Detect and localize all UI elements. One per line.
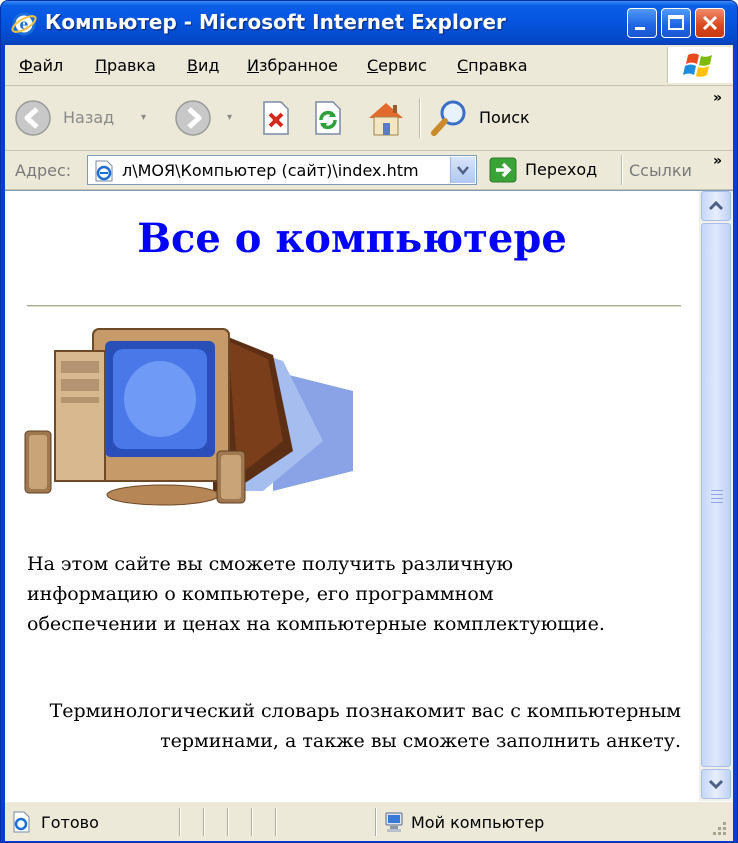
menu-view-hotkey: В [187,56,198,75]
back-arrow-icon [15,100,51,136]
computer-image [24,328,353,506]
status-text: Готово [41,813,99,832]
menu-bar: Файл Правка Вид Избранное Сервис Справка [5,45,733,86]
menu-file-label: айл [32,56,64,75]
chevron-up-icon [708,200,724,211]
links-more-chevron[interactable]: » [713,153,722,169]
menu-view-label: ид [197,56,220,75]
toolbar-separator [419,98,421,138]
back-button[interactable]: Назад [13,94,131,142]
maximize-icon [668,15,684,30]
forward-dropdown-icon[interactable]: ▾ [227,112,232,123]
menu-help[interactable]: Справка [457,56,528,75]
menu-file[interactable]: Файл [19,56,63,75]
my-computer-icon [385,812,403,832]
scroll-thumb[interactable] [701,223,731,767]
status-divider [251,808,253,836]
toolbar-more-chevron[interactable]: » [713,90,722,106]
page-heading: Все о компьютере [137,215,567,262]
status-divider [203,808,205,836]
forward-arrow-icon [175,100,211,136]
address-label: Адрес: [15,161,72,180]
intro-paragraph: На этом сайте вы сможете получить различ… [27,553,605,635]
menu-tools[interactable]: Сервис [367,56,427,75]
page-icon [95,160,113,182]
go-label: Переход [525,160,598,179]
browser-client: Файл Правка Вид Избранное Сервис Справка [5,45,733,841]
chevron-down-icon [457,166,469,175]
go-arrow-icon [489,157,517,183]
minimize-icon [635,27,645,30]
ie-logo-icon: e [11,12,37,36]
stop-icon [263,101,289,135]
address-value: л\МОЯ\Компьютер (сайт)\index.htm [122,161,419,180]
menu-view[interactable]: Вид [187,56,219,75]
maximize-button[interactable] [661,8,691,38]
stop-button[interactable] [257,94,297,142]
menu-help-hotkey: С [457,56,469,75]
page-viewport: Все о компьютере На этом сайте вы сможет… [5,190,733,801]
address-dropdown-button[interactable] [450,157,475,183]
search-label: Поиск [479,108,530,127]
windows-logo [667,47,732,83]
page-content: Все о компьютере На этом сайте вы сможет… [5,191,699,801]
windows-flag-icon [683,53,712,77]
standard-toolbar: Назад ▾ ▾ Поиск » [5,86,733,151]
menu-edit[interactable]: Правка [95,56,156,75]
scroll-up-button[interactable] [701,191,731,221]
close-button[interactable] [695,8,725,38]
chevron-down-icon [708,779,724,790]
status-divider [227,808,229,836]
back-dropdown-icon[interactable]: ▾ [141,112,146,123]
forward-button[interactable] [173,94,217,142]
scroll-down-button[interactable] [701,769,731,799]
browser-window: e Компьютер - Microsoft Internet Explore… [0,0,738,843]
close-icon [702,15,718,31]
menu-favorites-hotkey: И [247,56,259,75]
menu-edit-hotkey: П [95,56,108,75]
address-bar: Адрес: л\МОЯ\Компьютер (сайт)\index.htm … [5,151,733,190]
refresh-button[interactable] [309,94,349,142]
menu-favorites-label: збранное [258,56,338,75]
title-bar[interactable]: e Компьютер - Microsoft Internet Explore… [1,1,737,45]
status-divider [275,808,277,836]
address-input[interactable]: л\МОЯ\Компьютер (сайт)\index.htm [87,155,477,185]
status-divider [179,808,181,836]
back-label: Назад [63,108,115,127]
dictionary-paragraph: Терминологический словарь познакомит вас… [49,700,681,752]
links-label[interactable]: Ссылки [629,161,692,180]
menu-help-label: правка [468,56,528,75]
status-divider [375,808,377,836]
menu-favorites[interactable]: Избранное [247,56,338,75]
search-icon [431,100,466,136]
address-separator [621,155,623,185]
menu-tools-label: ервис [378,56,427,75]
go-button[interactable]: Переход [485,156,615,184]
page-status-icon [13,811,30,833]
menu-edit-label: равка [107,56,156,75]
menu-file-hotkey: Ф [19,56,33,75]
vertical-scrollbar[interactable] [699,191,733,801]
menu-tools-hotkey: С [367,56,379,75]
minimize-button[interactable] [627,8,657,38]
resize-grip-icon[interactable] [709,818,729,838]
zone-text: Мой компьютер [411,813,545,832]
status-bar: Готово Мой компьютер [5,801,733,841]
search-button[interactable]: Поиск [429,94,539,142]
horizontal-rule [27,305,681,307]
refresh-icon [315,101,341,135]
home-icon [369,103,403,136]
home-button[interactable] [363,94,409,142]
window-title: Компьютер - Microsoft Internet Explorer [45,10,506,34]
